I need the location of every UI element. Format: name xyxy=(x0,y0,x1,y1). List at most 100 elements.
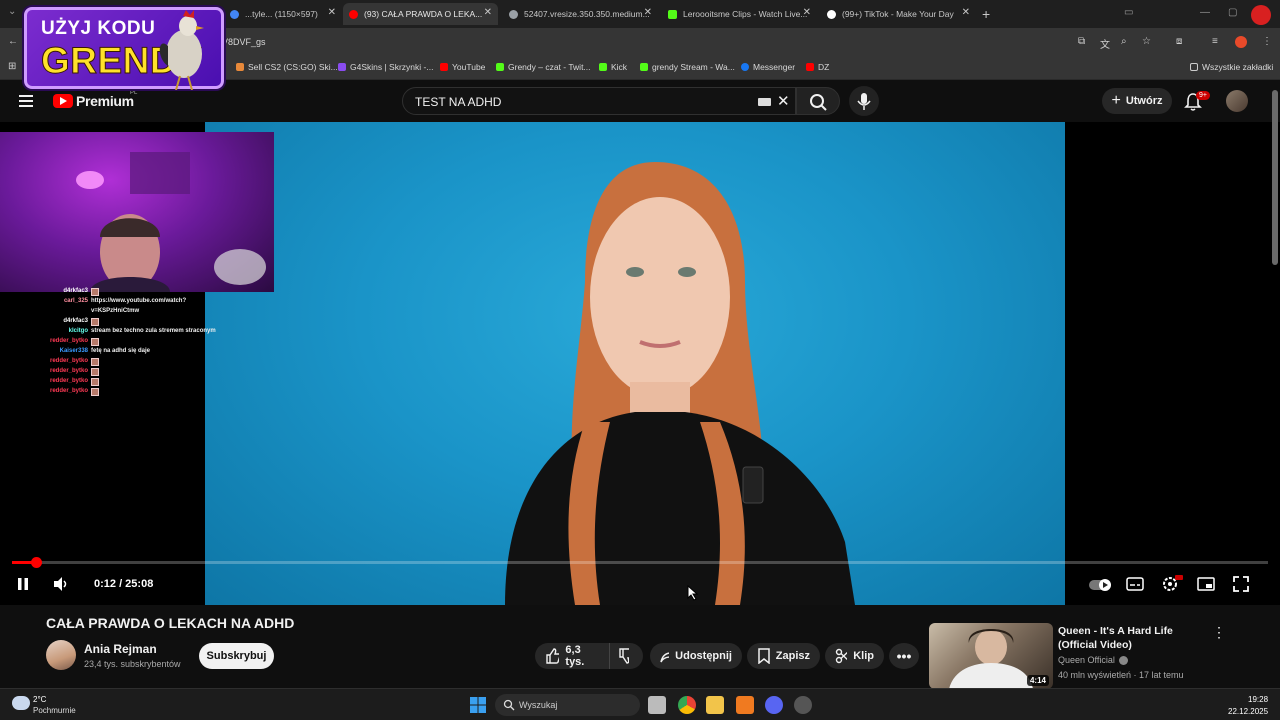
tab-search-icon[interactable]: ⌄ xyxy=(8,6,16,17)
zoom-icon[interactable]: ⌕ xyxy=(1121,36,1127,47)
bookmark-item[interactable]: G4Skins | Skrzynki -... xyxy=(338,62,433,72)
weather-cloud-icon[interactable] xyxy=(12,696,30,710)
thumbs-up-icon xyxy=(546,648,560,664)
settings-button[interactable] xyxy=(1161,575,1183,598)
search-icon xyxy=(503,699,515,711)
clock-time[interactable]: 19:28 xyxy=(1248,695,1268,704)
share-button[interactable]: Udostępnij xyxy=(650,643,742,669)
tiktok-favicon xyxy=(827,9,836,19)
chat-message: carl_325 https://www.youtube.com/watch? xyxy=(0,297,240,307)
tab-close-icon[interactable]: ✕ xyxy=(328,7,336,18)
translate-icon[interactable]: 文 xyxy=(1100,36,1110,51)
plus-icon: + xyxy=(1111,92,1121,109)
file-explorer-icon[interactable] xyxy=(706,696,724,714)
miniplayer-button[interactable] xyxy=(1197,577,1215,596)
maximize-icon[interactable]: ▢ xyxy=(1228,7,1237,18)
tab-close-icon[interactable]: ✕ xyxy=(962,7,970,18)
profile-avatar[interactable] xyxy=(1251,5,1271,25)
minimize-icon[interactable]: — xyxy=(1200,7,1210,18)
bookmark-item[interactable]: grendy Stream - Wa... xyxy=(640,62,735,72)
start-button[interactable] xyxy=(469,696,487,714)
page-scrollbar[interactable] xyxy=(1272,90,1278,265)
media-icon[interactable]: ≡ xyxy=(1212,36,1218,47)
bookmark-item[interactable]: Messenger xyxy=(741,62,795,72)
account-icon[interactable] xyxy=(1235,36,1247,48)
like-button[interactable]: 6,3 tys. xyxy=(535,643,609,669)
back-icon[interactable]: ← xyxy=(8,36,18,47)
video-player[interactable]: d4rkfac3 carl_325 https://www.youtube.com/… xyxy=(0,122,1280,605)
youtube-logo-text[interactable]: Premium xyxy=(76,93,134,109)
tab-tiktok[interactable]: (99+) TikTok - Make Your Day ✕ xyxy=(821,3,976,25)
recommended-title[interactable]: Queen - It's A Hard Life (Official Video… xyxy=(1058,624,1208,652)
bookmark-item[interactable]: DZ xyxy=(806,62,829,72)
bookmark-item[interactable]: Sell CS2 (CS:GO) Ski... xyxy=(236,62,338,72)
recommended-meta: 40 mln wyświetleń · 17 lat temu xyxy=(1058,670,1184,680)
bookmark-label: grendy Stream - Wa... xyxy=(652,62,735,72)
recommended-thumbnail[interactable]: 4:14 xyxy=(929,623,1053,689)
pause-button[interactable] xyxy=(16,577,30,596)
cast-icon[interactable]: ⧉ xyxy=(1078,36,1085,47)
chrome-icon[interactable] xyxy=(678,696,696,714)
keyboard-icon[interactable] xyxy=(758,98,771,106)
menu-dots-icon[interactable]: ⋮ xyxy=(1262,36,1272,47)
bookmark-favicon xyxy=(741,63,749,71)
more-actions-button[interactable]: ••• xyxy=(889,643,919,669)
obs-icon[interactable] xyxy=(794,696,812,714)
hamburger-menu-icon[interactable] xyxy=(19,95,33,107)
fullscreen-button[interactable] xyxy=(1233,576,1249,597)
volume-button[interactable] xyxy=(52,576,70,597)
discord-icon[interactable] xyxy=(765,696,783,714)
progress-bar[interactable] xyxy=(12,557,1268,568)
tab-youtube[interactable]: (93) CAŁA PRAWDA O LEKA... ✕ xyxy=(343,3,498,25)
youtube-logo-icon[interactable] xyxy=(53,94,73,108)
autoplay-toggle[interactable] xyxy=(1089,578,1113,597)
search-input[interactable]: TEST NA ADHD ✕ xyxy=(402,87,796,115)
tab-close-icon[interactable]: ✕ xyxy=(484,7,492,18)
subscribe-button[interactable]: Subskrybuj xyxy=(199,643,274,669)
recommendation-menu-icon[interactable]: ⋮ xyxy=(1212,624,1226,641)
clear-search-icon[interactable]: ✕ xyxy=(777,92,790,110)
taskbar-search[interactable]: Wyszukaj xyxy=(495,694,640,716)
search-button[interactable] xyxy=(796,87,840,115)
save-button[interactable]: Zapisz xyxy=(747,643,820,669)
tab-label: ...tyle... (1150×597) xyxy=(245,9,318,19)
clock-date[interactable]: 22.12.2025 xyxy=(1228,707,1268,716)
task-view-icon[interactable] xyxy=(648,696,666,714)
tab-close-icon[interactable]: ✕ xyxy=(644,7,652,18)
video-frame[interactable] xyxy=(205,122,1065,605)
app-icon[interactable] xyxy=(736,696,754,714)
tab-close-icon[interactable]: ✕ xyxy=(803,7,811,18)
weather-description: Pochmurnie xyxy=(33,706,76,715)
create-button[interactable]: + Utwórz xyxy=(1102,88,1172,114)
url-text[interactable]: V8DVF_gs xyxy=(222,37,266,47)
progress-scrubber[interactable] xyxy=(31,557,42,568)
voice-search-button[interactable] xyxy=(849,86,879,116)
bookmark-item[interactable]: Grendy – czat - Twit... xyxy=(496,62,591,72)
dislike-button[interactable] xyxy=(609,643,643,669)
chat-message: klcitgo stream bez techno zula stremem st… xyxy=(0,327,240,337)
rooster-mascot-image xyxy=(159,10,204,90)
bookmark-item[interactable]: YouTube xyxy=(440,62,485,72)
star-icon[interactable]: ☆ xyxy=(1142,36,1151,47)
chat-message: d4rkfac3 xyxy=(0,317,240,327)
all-bookmarks[interactable]: Wszystkie zakładki xyxy=(1190,62,1273,72)
tab-group-icon[interactable]: ▭ xyxy=(1124,7,1133,18)
clip-button[interactable]: Klip xyxy=(825,643,884,669)
chat-username: redder_bytko xyxy=(49,358,88,364)
new-tab-icon[interactable]: + xyxy=(982,6,990,22)
user-avatar[interactable] xyxy=(1226,90,1248,112)
subtitles-button[interactable] xyxy=(1126,577,1144,596)
tab-image-resize[interactable]: 52407.vresize.350.350.medium... ✕ xyxy=(503,3,658,25)
tab-image[interactable]: ...tyle... (1150×597) ✕ xyxy=(224,3,342,25)
extensions-icon[interactable]: ⧈ xyxy=(1176,36,1182,47)
channel-name[interactable]: Ania Rejman xyxy=(84,642,157,656)
bookmark-item[interactable]: Kick xyxy=(599,62,627,72)
notification-count-badge: 9+ xyxy=(1196,91,1210,100)
kick-favicon xyxy=(668,9,677,19)
webcam-image xyxy=(76,152,266,292)
channel-avatar[interactable] xyxy=(46,640,76,670)
tab-kick[interactable]: Leroooitsme Clips - Watch Live... ✕ xyxy=(662,3,817,25)
weather-temperature: 2°C xyxy=(33,695,47,704)
apps-grid-icon[interactable]: ⊞ xyxy=(8,61,16,72)
bookmark-label: Sell CS2 (CS:GO) Ski... xyxy=(248,62,338,72)
